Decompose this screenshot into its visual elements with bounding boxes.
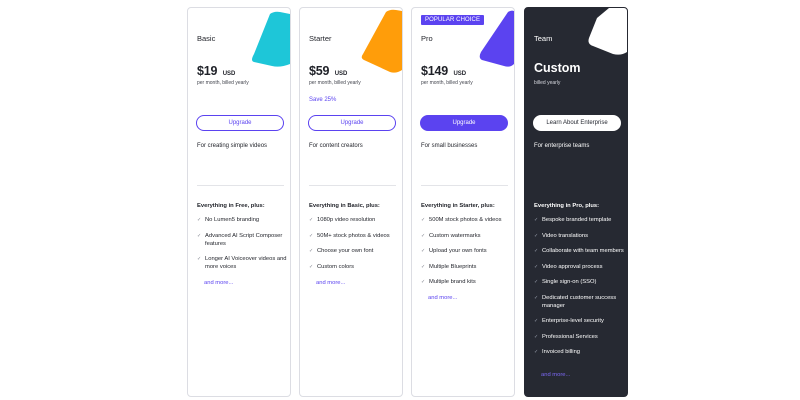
price-currency: USD bbox=[453, 71, 467, 77]
feature-item: ✓ Enterprise-level security bbox=[534, 318, 604, 324]
more-link[interactable]: and more... bbox=[316, 280, 345, 286]
feature-item: ✓ Multiple Blueprints bbox=[421, 263, 477, 270]
divider bbox=[309, 185, 396, 186]
features-heading: Everything in Free, plus: bbox=[197, 203, 265, 209]
check-icon: ✓ bbox=[534, 279, 539, 285]
check-icon: ✓ bbox=[534, 248, 539, 254]
feature-item: ✓ Dedicated customer success manager bbox=[534, 294, 617, 309]
plan-name: Team bbox=[534, 34, 553, 43]
features-heading: Everything in Basic, plus: bbox=[309, 203, 380, 209]
feature-item: ✓ Video approval process bbox=[534, 263, 603, 270]
plan-name: Basic bbox=[197, 34, 216, 43]
feature-item: ✓ Single sign-on (SSO) bbox=[534, 279, 597, 285]
plan-name: Starter bbox=[309, 34, 332, 43]
more-link[interactable]: and more... bbox=[204, 280, 233, 286]
check-icon: ✓ bbox=[534, 263, 539, 270]
check-icon: ✓ bbox=[534, 217, 539, 223]
feature-item: ✓ Video translations bbox=[534, 232, 588, 239]
divider bbox=[197, 185, 284, 186]
check-icon: ✓ bbox=[534, 318, 539, 324]
plan-accent-shape bbox=[588, 8, 627, 55]
plan-price: $59 USD bbox=[309, 62, 347, 80]
plan-description: For enterprise teams bbox=[534, 143, 590, 149]
check-icon: ✓ bbox=[197, 232, 202, 239]
features-heading: Everything in Starter, plus: bbox=[421, 203, 495, 209]
check-icon: ✓ bbox=[534, 333, 539, 340]
feature-item: ✓ Invoiced billing bbox=[534, 349, 581, 355]
plan-description: For content creators bbox=[309, 143, 363, 149]
plan-description: For creating simple videos bbox=[197, 143, 268, 149]
check-icon: ✓ bbox=[309, 248, 314, 254]
feature-item: ✓ Choose your own font bbox=[309, 248, 374, 254]
billing-note: per month, billed yearly bbox=[197, 80, 249, 86]
feature-item: ✓ No Lumen5 branding bbox=[197, 217, 260, 223]
price-amount: $59 bbox=[309, 64, 330, 78]
plan-card-starter: Starter $59 USD per month, billed yearly… bbox=[299, 7, 403, 397]
check-icon: ✓ bbox=[421, 217, 426, 223]
feature-item: ✓ Bespoke branded template bbox=[534, 217, 612, 223]
plan-price: $19 USD bbox=[197, 62, 235, 80]
feature-list: ✓ Bespoke branded template ✓ Video transla… bbox=[534, 216, 626, 364]
check-icon: ✓ bbox=[197, 256, 202, 262]
feature-item: ✓ Longer AI Voiceover videos and more voi… bbox=[197, 256, 287, 270]
plan-description: For small businesses bbox=[421, 143, 478, 149]
billing-note: per month, billed yearly bbox=[421, 80, 473, 86]
feature-item: ✓ Multiple brand kits bbox=[421, 279, 476, 285]
check-icon: ✓ bbox=[534, 349, 539, 355]
plan-price: Custom bbox=[534, 61, 581, 75]
plan-accent-shape bbox=[252, 11, 290, 67]
pricing-page: Basic $19 USD per month, billed yearly U… bbox=[0, 0, 800, 400]
feature-item: ✓ 1080p video resolution bbox=[309, 217, 376, 223]
check-icon: ✓ bbox=[309, 263, 314, 270]
price-amount: $149 bbox=[421, 64, 449, 78]
plan-card-basic: Basic $19 USD per month, billed yearly U… bbox=[187, 7, 291, 397]
check-icon: ✓ bbox=[421, 248, 426, 254]
features-heading: Everything in Pro, plus: bbox=[534, 203, 600, 209]
check-icon: ✓ bbox=[197, 217, 202, 223]
plan-name: Pro bbox=[421, 34, 433, 43]
more-link[interactable]: and more... bbox=[541, 372, 570, 378]
upgrade-button[interactable]: Upgrade bbox=[420, 115, 508, 131]
upgrade-button[interactable]: Upgrade bbox=[308, 115, 396, 131]
check-icon: ✓ bbox=[534, 294, 539, 301]
plan-accent-shape bbox=[361, 9, 402, 73]
check-icon: ✓ bbox=[309, 217, 314, 223]
price-amount: $19 bbox=[197, 64, 218, 78]
feature-list: ✓ No Lumen5 branding ✓ Advanced AI Script … bbox=[197, 216, 289, 279]
feature-list: ✓ 1080p video resolution ✓ 50M+ stock phot… bbox=[309, 216, 401, 278]
plan-price: $149 USD bbox=[421, 62, 466, 80]
popular-choice-badge: POPULAR CHOICE bbox=[421, 15, 485, 25]
feature-item: ✓ Collaborate with team members bbox=[534, 248, 624, 254]
check-icon: ✓ bbox=[421, 232, 426, 239]
check-icon: ✓ bbox=[309, 232, 314, 239]
check-icon: ✓ bbox=[534, 232, 539, 239]
feature-item: ✓ Custom colors bbox=[309, 263, 355, 270]
learn-about-enterprise-button[interactable]: Learn About Enterprise bbox=[533, 115, 621, 131]
check-icon: ✓ bbox=[421, 263, 426, 270]
billing-note: per month, billed yearly bbox=[309, 80, 361, 86]
billing-note: billed yearly bbox=[534, 80, 561, 86]
savings-note: Save 25% bbox=[309, 97, 337, 103]
feature-list: ✓ 500M stock photos & videos ✓ Custom wate… bbox=[421, 216, 513, 294]
more-link[interactable]: and more... bbox=[428, 295, 457, 301]
plan-card-team: Team Custom billed yearly Learn About En… bbox=[524, 7, 628, 397]
feature-item: ✓ 50M+ stock photos & videos bbox=[309, 232, 390, 239]
feature-item: ✓ Professional Services bbox=[534, 333, 598, 340]
upgrade-button[interactable]: Upgrade bbox=[196, 115, 284, 131]
feature-item: ✓ Custom watermarks bbox=[421, 232, 481, 239]
price-currency: USD bbox=[222, 71, 236, 77]
feature-item: ✓ Upload your own fonts bbox=[421, 248, 487, 254]
price-currency: USD bbox=[334, 71, 348, 77]
plan-card-pro: POPULAR CHOICE Pro $149 USD per month, b… bbox=[411, 7, 515, 397]
feature-item: ✓ 500M stock photos & videos bbox=[421, 217, 502, 223]
divider bbox=[421, 185, 508, 186]
feature-item: ✓ Advanced AI Script Composer features bbox=[197, 232, 283, 247]
check-icon: ✓ bbox=[421, 279, 426, 285]
